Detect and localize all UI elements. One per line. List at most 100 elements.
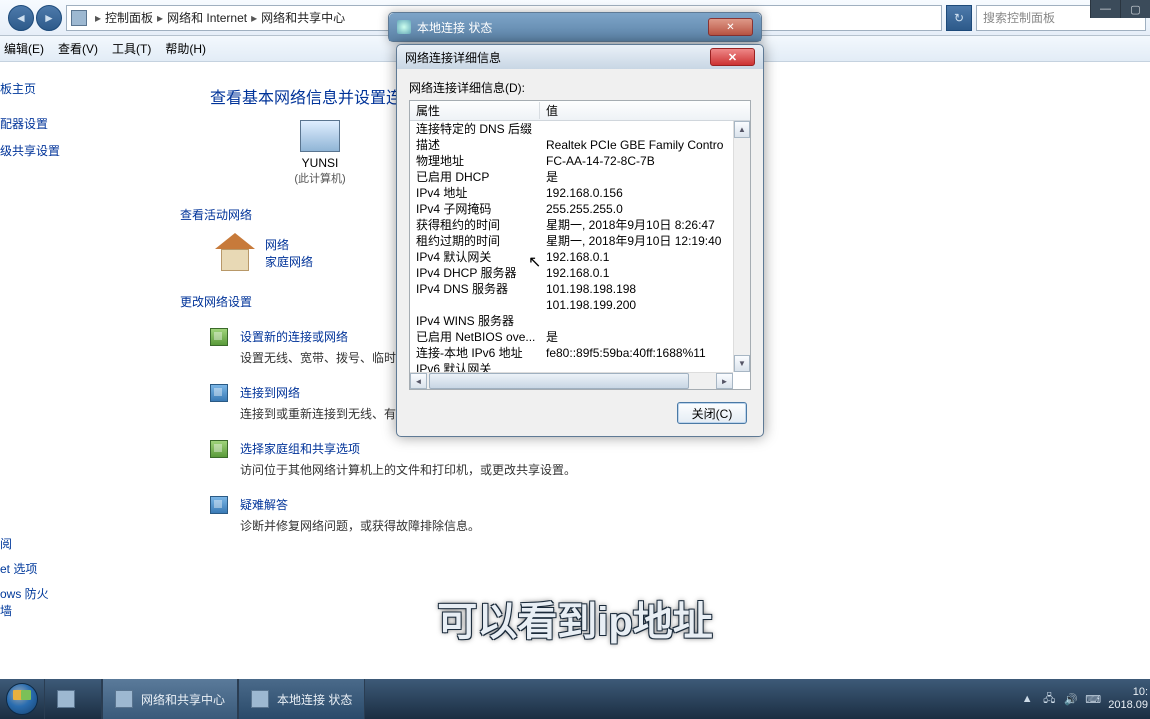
list-row[interactable]: IPv4 默认网关192.168.0.1 — [410, 249, 750, 265]
menu-edit[interactable]: 编辑(E) — [4, 40, 44, 57]
value-cell: 255.255.255.0 — [540, 201, 750, 217]
network-type-link[interactable]: 家庭网络 — [265, 253, 313, 270]
list-row[interactable]: 连接-本地 IPv6 地址fe80::89f5:59ba:40ff:1688%1… — [410, 345, 750, 361]
seealso-item[interactable]: ows 防火墙 — [0, 585, 60, 619]
property-cell: IPv4 地址 — [410, 185, 540, 201]
taskbar-item-label: 网络和共享中心 — [141, 691, 225, 708]
column-property[interactable]: 属性 — [410, 102, 540, 119]
network-icon — [397, 20, 411, 34]
close-button[interactable]: ✕ — [710, 48, 755, 66]
troubleshoot-icon — [210, 496, 228, 514]
details-dialog-title: 网络连接详细信息 — [405, 49, 501, 66]
homegroup-icon — [210, 440, 228, 458]
list-header: 属性 值 — [410, 101, 750, 121]
setup-connection-icon — [210, 328, 228, 346]
sidebar-item-adapter[interactable]: 配器设置 — [0, 115, 56, 132]
menu-help[interactable]: 帮助(H) — [165, 40, 206, 57]
scroll-down-icon[interactable]: ▼ — [734, 355, 750, 372]
menu-view[interactable]: 查看(V) — [58, 40, 98, 57]
property-cell: IPv4 DNS 服务器 — [410, 281, 540, 297]
list-row[interactable]: 101.198.199.200 — [410, 297, 750, 313]
value-cell: 101.198.199.200 — [540, 297, 750, 313]
horizontal-scrollbar[interactable]: ◄ ► — [410, 372, 733, 389]
task-link[interactable]: 设置新的连接或网络 — [240, 330, 348, 344]
list-row[interactable]: IPv4 DNS 服务器101.198.198.198 — [410, 281, 750, 297]
tray-volume-icon[interactable]: 🔊 — [1064, 692, 1078, 706]
taskbar-item-network-center[interactable]: 网络和共享中心 — [102, 679, 238, 719]
property-cell — [410, 297, 540, 313]
explorer-icon — [57, 690, 75, 708]
list-row[interactable]: IPv4 地址192.168.0.156 — [410, 185, 750, 201]
breadcrumb-item[interactable]: 网络和共享中心 — [261, 9, 345, 26]
scroll-right-icon[interactable]: ► — [716, 373, 733, 389]
property-cell: 描述 — [410, 137, 540, 153]
windows-logo-icon — [6, 683, 38, 715]
house-icon — [215, 233, 255, 273]
list-row[interactable]: 已启用 DHCP是 — [410, 169, 750, 185]
breadcrumb-sep-icon: ▸ — [251, 11, 257, 25]
list-row[interactable]: 已启用 NetBIOS ove...是 — [410, 329, 750, 345]
list-row[interactable]: 连接特定的 DNS 后缀 — [410, 121, 750, 137]
sidebar-item-advshare[interactable]: 级共享设置 — [0, 142, 56, 159]
control-panel-icon — [71, 10, 87, 26]
value-cell: 101.198.198.198 — [540, 281, 750, 297]
value-cell: 星期一, 2018年9月10日 8:26:47 — [540, 217, 750, 233]
breadcrumb-item[interactable]: 控制面板 — [105, 9, 153, 26]
tray-ime-icon[interactable]: ⌨ — [1086, 692, 1100, 706]
seealso-header: 阅 — [0, 535, 60, 552]
sidebar-home[interactable]: 板主页 — [0, 80, 56, 97]
tray-date[interactable]: 2018.09 — [1108, 699, 1148, 712]
list-row[interactable]: 租约过期的时间星期一, 2018年9月10日 12:19:40 — [410, 233, 750, 249]
task-link[interactable]: 连接到网络 — [240, 386, 300, 400]
minimize-button[interactable]: — — [1090, 0, 1120, 18]
maximize-button[interactable]: ▢ — [1120, 0, 1150, 18]
connection-status-icon — [251, 690, 269, 708]
computer-icon — [300, 120, 340, 152]
breadcrumb-item[interactable]: 网络和 Internet — [167, 9, 247, 26]
status-dialog-titlebar[interactable]: 本地连接 状态 ✕ — [389, 13, 761, 41]
tray-network-icon[interactable]: 🖧 — [1042, 692, 1056, 706]
close-button[interactable]: 关闭(C) — [677, 402, 747, 424]
refresh-button[interactable]: ↻ — [946, 5, 972, 31]
connect-network-icon — [210, 384, 228, 402]
menu-tools[interactable]: 工具(T) — [112, 40, 151, 57]
nav-forward-button[interactable]: ► — [36, 5, 62, 31]
scroll-thumb[interactable] — [429, 373, 689, 389]
list-row[interactable]: IPv4 WINS 服务器 — [410, 313, 750, 329]
task-link[interactable]: 疑难解答 — [240, 498, 288, 512]
value-cell: 是 — [540, 169, 750, 185]
scroll-left-icon[interactable]: ◄ — [410, 373, 427, 389]
property-cell: 已启用 NetBIOS ove... — [410, 329, 540, 345]
sidebar-seealso: 阅 et 选项 ows 防火墙 — [0, 527, 60, 619]
nav-back-button[interactable]: ◄ — [8, 5, 34, 31]
task-desc: 诊断并修复网络问题，或获得故障排除信息。 — [240, 517, 480, 534]
window-chrome: — ▢ — [1090, 0, 1150, 18]
property-cell: 连接特定的 DNS 后缀 — [410, 121, 540, 137]
list-row[interactable]: IPv4 子网掩码255.255.255.0 — [410, 201, 750, 217]
seealso-item[interactable]: et 选项 — [0, 560, 60, 577]
value-cell: 星期一, 2018年9月10日 12:19:40 — [540, 233, 750, 249]
tray-time[interactable]: 10: — [1108, 686, 1148, 699]
vertical-scrollbar[interactable]: ▲ ▼ — [733, 121, 750, 372]
property-cell: IPv4 默认网关 — [410, 249, 540, 265]
list-row[interactable]: 描述Realtek PCIe GBE Family Contro — [410, 137, 750, 153]
scroll-up-icon[interactable]: ▲ — [734, 121, 750, 138]
list-row[interactable]: 物理地址FC-AA-14-72-8C-7B — [410, 153, 750, 169]
taskbar-item-connection-status[interactable]: 本地连接 状态 — [238, 679, 365, 719]
value-cell: Realtek PCIe GBE Family Contro — [540, 137, 750, 153]
close-button[interactable]: ✕ — [708, 18, 753, 36]
taskbar-item-label: 本地连接 状态 — [277, 691, 352, 708]
property-cell: IPv4 DHCP 服务器 — [410, 265, 540, 281]
list-row[interactable]: 获得租约的时间星期一, 2018年9月10日 8:26:47 — [410, 217, 750, 233]
list-row[interactable]: IPv4 DHCP 服务器192.168.0.1 — [410, 265, 750, 281]
property-cell: IPv4 WINS 服务器 — [410, 313, 540, 329]
task-link[interactable]: 选择家庭组和共享选项 — [240, 442, 360, 456]
network-center-icon — [115, 690, 133, 708]
column-value[interactable]: 值 — [540, 102, 750, 119]
tray-up-icon[interactable]: ▲ — [1020, 692, 1034, 706]
start-button[interactable] — [0, 679, 44, 719]
details-dialog-titlebar[interactable]: 网络连接详细信息 ✕ — [397, 45, 763, 69]
taskbar-pinned-explorer[interactable] — [44, 679, 102, 719]
value-cell: FC-AA-14-72-8C-7B — [540, 153, 750, 169]
task-desc: 设置无线、宽带、拨号、临时或 — [240, 349, 408, 366]
